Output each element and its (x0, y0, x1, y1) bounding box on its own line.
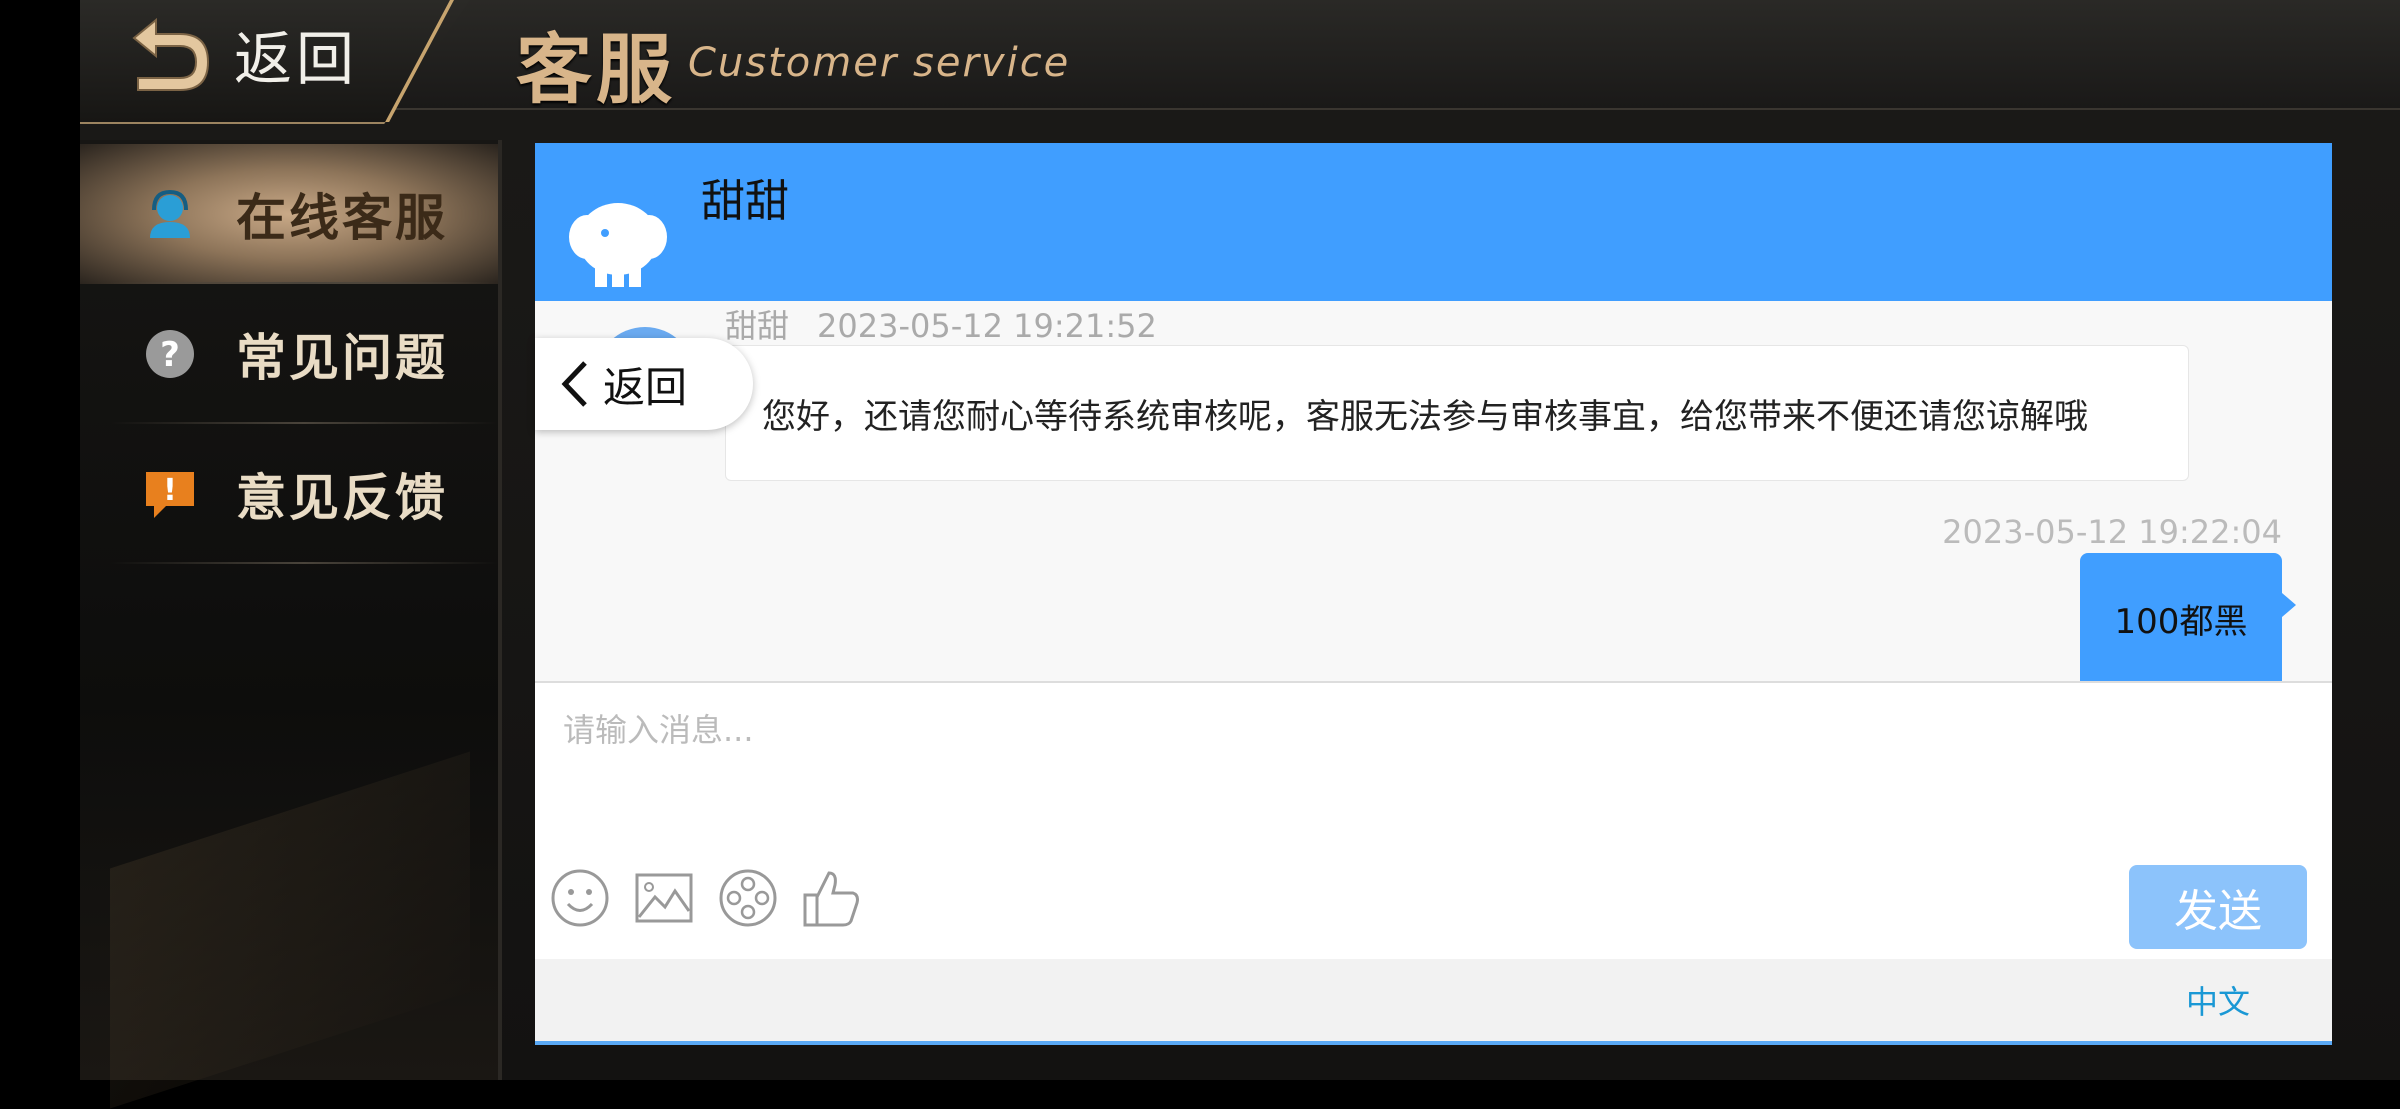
video-reel-icon[interactable] (717, 867, 779, 929)
sidebar-item-online-service[interactable]: 在线客服 (80, 144, 498, 284)
elephant-icon (569, 203, 667, 287)
page-subtitle: Customer service (688, 40, 1071, 86)
floating-back-button[interactable]: 返回 (535, 338, 753, 430)
message-time: 2023-05-12 19:21:52 (817, 307, 1157, 345)
image-icon[interactable] (633, 867, 695, 929)
message-meta: 甜甜 2023-05-12 19:21:52 (725, 301, 1157, 347)
return-arrow-icon (132, 17, 210, 91)
agent-name: 甜甜 (701, 176, 789, 227)
agent-avatar (565, 181, 671, 287)
composer: 发送 (535, 681, 2332, 961)
sidebar-item-label: 意见反馈 (236, 469, 448, 527)
message-sender: 甜甜 (725, 307, 790, 345)
back-button-label: 返回 (234, 25, 359, 93)
back-button[interactable]: 返回 (128, 14, 358, 94)
sidebar-item-label: 在线客服 (236, 189, 448, 247)
outgoing-message-bubble: 100都黑 (2080, 553, 2296, 684)
thumbs-up-icon[interactable] (801, 867, 863, 929)
sidebar-item-label: 常见问题 (236, 329, 448, 387)
composer-toolbar (549, 867, 885, 929)
svg-text:?: ? (160, 335, 180, 375)
page-title: 客服 (516, 25, 676, 114)
emoji-icon[interactable] (549, 867, 611, 929)
exclamation-feedback-icon: ! (142, 466, 198, 522)
send-button[interactable]: 发送 (2129, 865, 2307, 949)
chevron-left-icon (561, 361, 587, 407)
message-time: 2023-05-12 19:22:04 (1942, 513, 2282, 551)
floating-back-label: 返回 (603, 362, 688, 412)
sidebar-item-feedback[interactable]: ! 意见反馈 (80, 424, 498, 564)
divider (110, 562, 498, 564)
chat-panel: 甜甜 甜甜 2023-05-12 19:21:52 您好，还请您耐心等待系统审核呢… (535, 143, 2332, 1045)
decorative-background-art (110, 751, 470, 1109)
message-input[interactable] (561, 703, 2305, 827)
svg-text:!: ! (163, 473, 177, 508)
sidebar: 在线客服 ? 常见问题 ! 意见反馈 (80, 140, 502, 1109)
language-switch-link[interactable]: 中文 (2186, 977, 2250, 1023)
top-bar: 返回 客服 Customer service (80, 0, 2400, 124)
incoming-message-bubble: 您好，还请您耐心等待系统审核呢，客服无法参与审核事宜，给您带来不便还请您谅解哦 (725, 345, 2189, 481)
message-text: 100都黑 (2114, 602, 2248, 642)
headset-agent-icon (142, 186, 198, 242)
chat-footer: 中文 (535, 959, 2332, 1045)
sidebar-item-faq[interactable]: ? 常见问题 (80, 284, 498, 424)
message-text: 您好，还请您耐心等待系统审核呢，客服无法参与审核事宜，给您带来不便还请您谅解哦 (762, 396, 2088, 437)
chat-header: 甜甜 (535, 143, 2332, 301)
question-mark-icon: ? (142, 326, 198, 382)
